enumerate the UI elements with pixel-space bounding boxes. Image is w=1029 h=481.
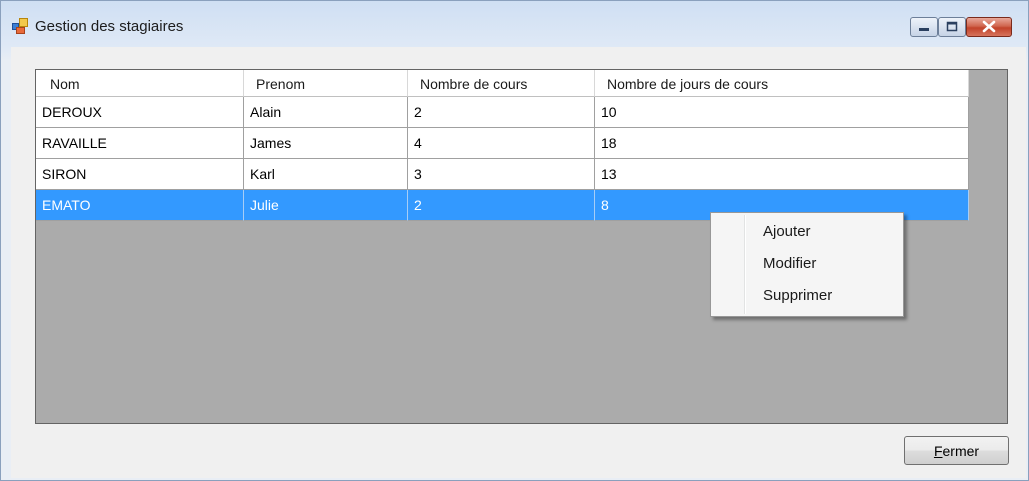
cell-prenom[interactable]: Alain (244, 97, 408, 128)
cell-nom[interactable]: DEROUX (36, 97, 244, 128)
title-bar[interactable]: Gestion des stagiaires (1, 1, 1028, 43)
menu-item-supprimer[interactable]: Supprimer (763, 287, 832, 304)
column-header-nombre-cours[interactable]: Nombre de cours (408, 70, 595, 97)
minimize-icon (919, 28, 929, 31)
menu-icon-gutter (744, 215, 746, 314)
cell-nombre-cours[interactable]: 3 (408, 159, 595, 190)
cell-prenom[interactable]: Julie (244, 190, 408, 221)
close-icon (982, 20, 996, 33)
cell-nombre-jours[interactable]: 10 (595, 97, 969, 128)
cell-prenom[interactable]: James (244, 128, 408, 159)
app-window-icon (12, 18, 28, 34)
fermer-button[interactable]: Fermer (904, 436, 1009, 465)
cell-prenom[interactable]: Karl (244, 159, 408, 190)
table-row[interactable]: RAVAILLE James 4 18 (36, 128, 969, 159)
table-row[interactable]: SIRON Karl 3 13 (36, 159, 969, 190)
context-menu: Ajouter Modifier Supprimer (710, 212, 904, 317)
grid-body: DEROUX Alain 2 10 RAVAILLE James 4 18 SI… (36, 97, 969, 221)
cell-nombre-jours[interactable]: 13 (595, 159, 969, 190)
column-header-prenom[interactable]: Prenom (244, 70, 408, 97)
cell-nom[interactable]: RAVAILLE (36, 128, 244, 159)
cell-nombre-jours[interactable]: 18 (595, 128, 969, 159)
maximize-icon (946, 21, 958, 32)
grid-header: Nom Prenom Nombre de cours Nombre de jou… (36, 70, 969, 97)
close-window-button[interactable] (966, 17, 1012, 37)
cell-nombre-cours[interactable]: 2 (408, 190, 595, 221)
menu-item-ajouter[interactable]: Ajouter (763, 223, 811, 240)
table-row[interactable]: DEROUX Alain 2 10 (36, 97, 969, 128)
fermer-label: ermer (942, 442, 980, 459)
column-header-nombre-jours[interactable]: Nombre de jours de cours (595, 70, 969, 97)
cell-nombre-cours[interactable]: 4 (408, 128, 595, 159)
cell-nom[interactable]: EMATO (36, 190, 244, 221)
maximize-button[interactable] (938, 17, 966, 37)
cell-nom[interactable]: SIRON (36, 159, 244, 190)
fermer-mnemonic: F (933, 442, 943, 459)
main-window: Gestion des stagiaires Nom Prenom Nombre… (0, 0, 1029, 481)
window-title: Gestion des stagiaires (35, 18, 184, 35)
menu-item-modifier[interactable]: Modifier (763, 255, 816, 272)
minimize-button[interactable] (910, 17, 938, 37)
column-header-nom[interactable]: Nom (36, 70, 244, 97)
cell-nombre-cours[interactable]: 2 (408, 97, 595, 128)
